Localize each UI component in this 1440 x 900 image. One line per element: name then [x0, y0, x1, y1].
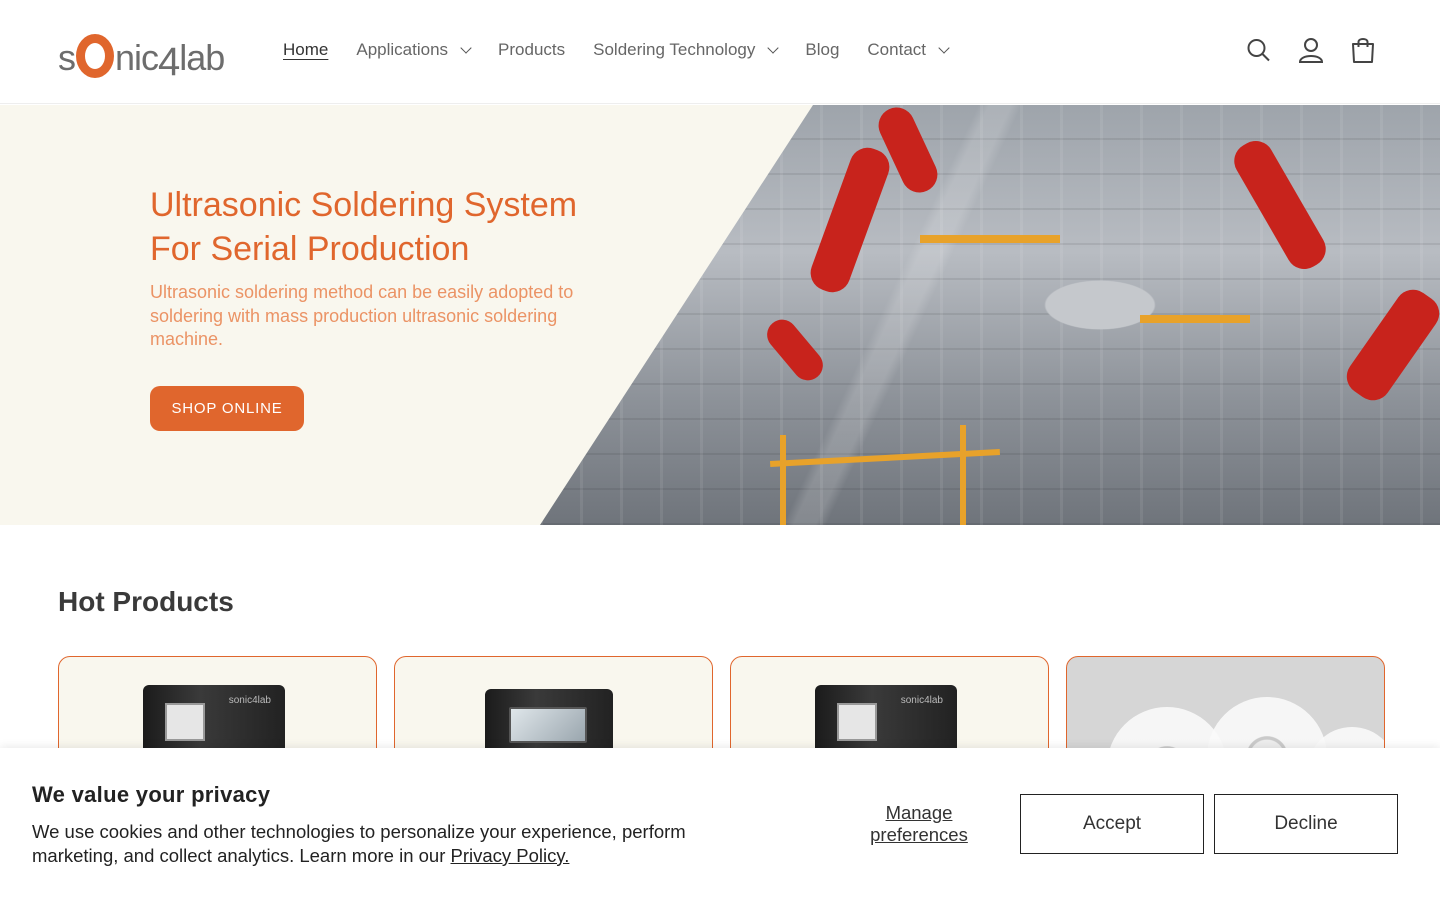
- hero-factory-image: [540, 105, 1440, 525]
- control-panel-display: [837, 703, 877, 741]
- nav-applications-label: Applications: [356, 40, 449, 59]
- nav-soldering-technology[interactable]: Soldering Technology: [593, 40, 780, 60]
- shop-online-button[interactable]: SHOP ONLINE: [150, 386, 304, 431]
- safety-rail-shape: [780, 435, 786, 525]
- device-brand-label: sonic4lab: [900, 695, 943, 706]
- decline-button[interactable]: Decline: [1214, 794, 1398, 854]
- nav-soldering-technology-label: Soldering Technology: [593, 40, 756, 59]
- site-header: s nic 4 lab Home Applications Products S…: [0, 0, 1440, 104]
- nav-blog-label: Blog: [805, 40, 840, 59]
- robot-arm-shape: [1339, 282, 1440, 408]
- chevron-down-icon: [938, 42, 950, 54]
- header-actions: [1246, 36, 1376, 64]
- touchscreen-display: [509, 707, 587, 743]
- hero-title: Ultrasonic Soldering System For Serial P…: [150, 186, 578, 268]
- hero-subtitle: Ultrasonic soldering method can be easil…: [150, 282, 574, 349]
- nav-home[interactable]: Home: [283, 40, 328, 60]
- cookie-body-text: We use cookies and other technologies to…: [32, 821, 686, 866]
- manage-preferences-link[interactable]: Manage preferences: [850, 802, 988, 846]
- main-nav: Home Applications Products Soldering Tec…: [283, 40, 950, 60]
- chevron-down-icon: [767, 42, 780, 54]
- safety-rail-shape: [920, 235, 1060, 243]
- site-logo[interactable]: s nic 4 lab: [58, 28, 240, 82]
- hot-products-title: Hot Products: [58, 586, 234, 617]
- robot-arm-shape: [805, 142, 895, 298]
- cart-icon[interactable]: [1350, 36, 1376, 64]
- accept-button[interactable]: Accept: [1020, 794, 1204, 854]
- nav-products[interactable]: Products: [498, 40, 565, 60]
- robot-arm-shape: [1227, 134, 1333, 276]
- cookie-banner: We value your privacy We use cookies and…: [0, 748, 1440, 900]
- chevron-down-icon: [460, 42, 472, 54]
- control-panel-display: [165, 703, 205, 741]
- safety-rail-shape: [960, 425, 966, 525]
- logo-o-mark: [76, 34, 114, 78]
- device-brand-label: sonic4lab: [228, 695, 271, 706]
- nav-blog[interactable]: Blog: [805, 40, 839, 60]
- nav-products-label: Products: [498, 40, 566, 59]
- logo-text-nic: nic: [115, 37, 159, 78]
- nav-home-label: Home: [283, 40, 329, 59]
- cookie-text: We use cookies and other technologies to…: [32, 820, 752, 868]
- nav-applications[interactable]: Applications: [356, 40, 472, 60]
- account-icon[interactable]: [1298, 36, 1324, 64]
- safety-rail-shape: [1140, 315, 1250, 323]
- privacy-policy-link[interactable]: Privacy Policy.: [451, 845, 570, 866]
- search-icon[interactable]: [1246, 36, 1272, 64]
- nav-contact-label: Contact: [867, 40, 926, 59]
- cookie-title: We value your privacy: [32, 782, 271, 807]
- logo-text-s: s: [58, 37, 76, 78]
- hero-banner: Ultrasonic Soldering System For Serial P…: [0, 105, 1440, 525]
- nav-contact[interactable]: Contact: [867, 40, 950, 60]
- logo-text-lab: lab: [179, 37, 225, 78]
- robot-arm-shape: [761, 313, 829, 387]
- logo-text-4: 4: [158, 40, 180, 84]
